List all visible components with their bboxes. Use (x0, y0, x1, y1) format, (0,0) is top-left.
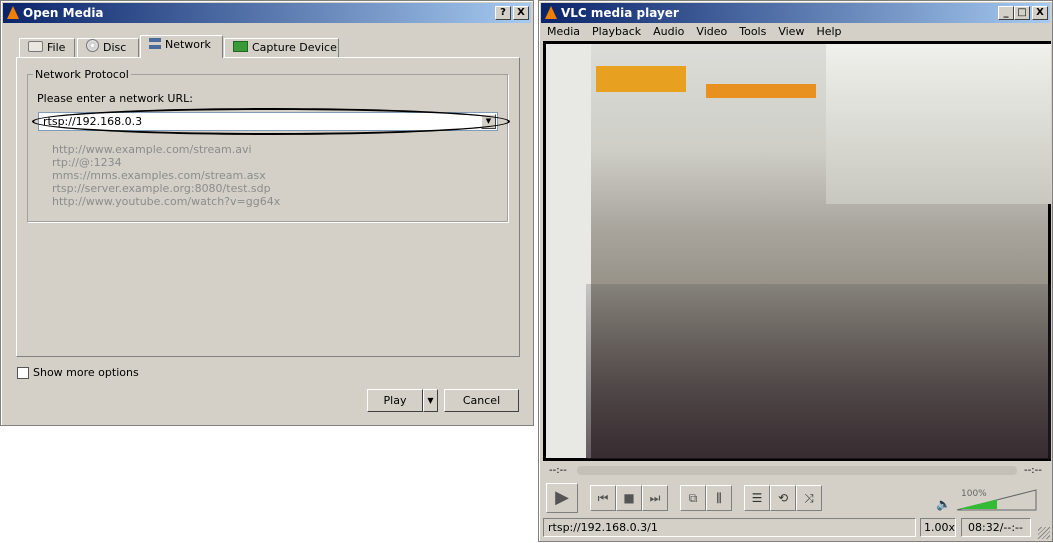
folder-icon (28, 41, 43, 52)
show-more-checkbox[interactable] (17, 367, 29, 379)
tab-disc[interactable]: Disc (77, 38, 139, 58)
playback-speed[interactable]: 1.00x (920, 518, 956, 537)
vlc-cone-icon (545, 6, 557, 19)
play-dropdown-button[interactable]: ▼ (423, 389, 438, 412)
tab-capture-device[interactable]: Capture Device (224, 38, 339, 58)
previous-button[interactable]: ⏮ (590, 485, 616, 511)
seek-slider[interactable] (577, 466, 1017, 475)
close-button[interactable]: X (1032, 6, 1048, 20)
speaker-icon[interactable]: 🔈 (936, 497, 951, 511)
menu-tools[interactable]: Tools (739, 25, 766, 38)
remaining-time: --:-- (1024, 465, 1042, 476)
disc-icon (86, 39, 99, 52)
minimize-button[interactable]: _ (998, 6, 1014, 20)
play-button[interactable]: ▶ (546, 483, 578, 513)
capture-card-icon (233, 41, 248, 52)
resize-grip-icon[interactable] (1038, 527, 1050, 539)
elapsed-time: --:-- (549, 465, 567, 476)
menu-help[interactable]: Help (816, 25, 841, 38)
example-url: mms://mms.examples.com/stream.asx (52, 169, 266, 182)
url-label: Please enter a network URL: (37, 92, 193, 105)
show-more-label[interactable]: Show more options (33, 366, 139, 379)
group-title: Network Protocol (33, 68, 131, 81)
example-url: rtsp://server.example.org:8080/test.sdp (52, 182, 271, 195)
example-url: http://www.example.com/stream.avi (52, 143, 252, 156)
url-highlight-ellipse (32, 108, 510, 135)
cancel-button[interactable]: Cancel (444, 389, 519, 412)
fullscreen-button[interactable]: ⧉ (680, 485, 706, 511)
tab-file[interactable]: File (19, 38, 75, 58)
volume-slider[interactable] (956, 489, 1038, 511)
shuffle-button[interactable]: ⤨ (796, 485, 822, 511)
title-bar: Open Media ? X (3, 3, 531, 23)
extended-settings-button[interactable]: ⫼ (706, 485, 732, 511)
menu-bar: Media Playback Audio Video Tools View Help (547, 25, 854, 38)
video-frame[interactable] (543, 41, 1051, 461)
maximize-button[interactable]: □ (1014, 6, 1030, 20)
loop-button[interactable]: ⟲ (770, 485, 796, 511)
menu-media[interactable]: Media (547, 25, 580, 38)
stop-button[interactable]: ■ (616, 485, 642, 511)
play-button[interactable]: Play (367, 389, 423, 412)
menu-video[interactable]: Video (696, 25, 727, 38)
status-url: rtsp://192.168.0.3/1 (543, 518, 916, 537)
help-button[interactable]: ? (495, 6, 511, 20)
title-bar: VLC media player _ □ X (541, 3, 1050, 23)
vlc-main-window: VLC media player _ □ X Media Playback Audi… (538, 0, 1053, 542)
next-button[interactable]: ⏭ (642, 485, 668, 511)
vlc-cone-icon (7, 6, 19, 19)
network-icon (149, 38, 161, 49)
close-button[interactable]: X (513, 6, 529, 20)
example-url: rtp://@:1234 (52, 156, 122, 169)
playlist-button[interactable]: ☰ (744, 485, 770, 511)
open-media-dialog: Open Media ? X File Disc Network Capture… (0, 0, 534, 426)
tab-network[interactable]: Network (140, 35, 223, 58)
dialog-title: Open Media (23, 6, 104, 20)
example-url: http://www.youtube.com/watch?v=gg64x (52, 195, 281, 208)
menu-audio[interactable]: Audio (653, 25, 684, 38)
time-display[interactable]: 08:32/--:-- (961, 518, 1031, 537)
menu-playback[interactable]: Playback (592, 25, 641, 38)
menu-view[interactable]: View (778, 25, 804, 38)
window-title: VLC media player (561, 6, 679, 20)
